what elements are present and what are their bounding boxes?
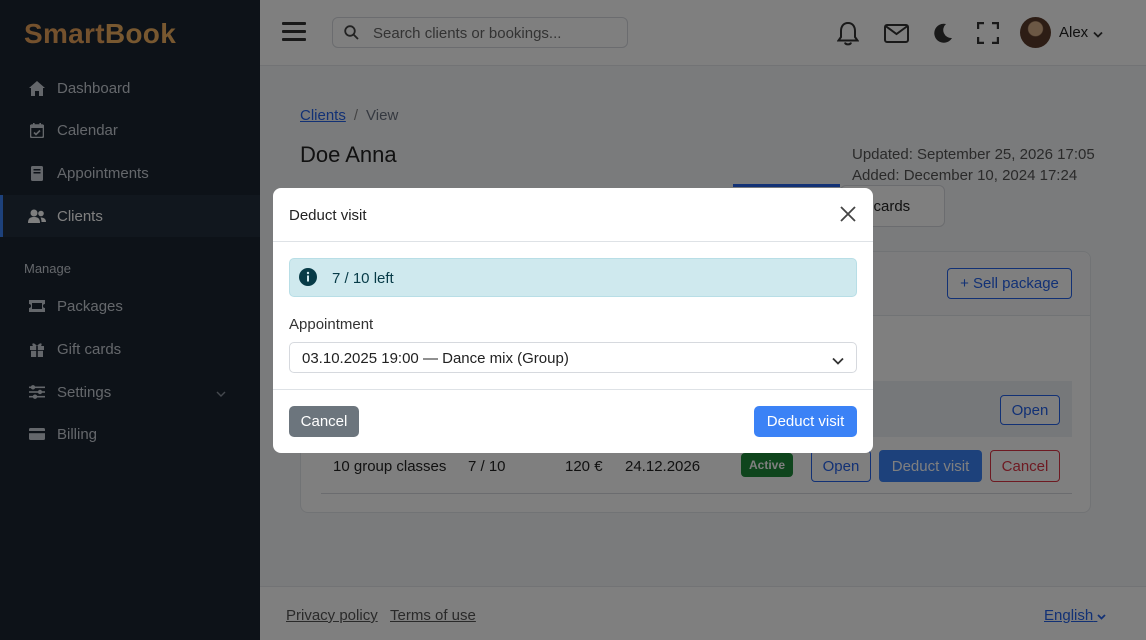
info-icon bbox=[299, 268, 317, 291]
remaining-visits-text: 7 / 10 left bbox=[332, 270, 394, 287]
appointment-select-value: 03.10.2025 19:00 — Dance mix (Group) bbox=[302, 350, 569, 367]
modal-title: Deduct visit bbox=[289, 207, 367, 224]
cancel-button[interactable]: Cancel bbox=[289, 406, 359, 437]
remaining-visits-alert: 7 / 10 left bbox=[289, 258, 857, 297]
modal-header: Deduct visit bbox=[273, 188, 873, 242]
modal-footer: Cancel Deduct visit bbox=[273, 389, 873, 453]
chevron-down-icon bbox=[832, 352, 844, 370]
appointment-label: Appointment bbox=[289, 316, 374, 333]
close-icon[interactable] bbox=[839, 205, 859, 225]
deduct-visit-modal: Deduct visit 7 / 10 left Appointment 03.… bbox=[273, 188, 873, 453]
appointment-select[interactable]: 03.10.2025 19:00 — Dance mix (Group) bbox=[289, 342, 857, 373]
deduct-visit-submit-button[interactable]: Deduct visit bbox=[754, 406, 857, 437]
